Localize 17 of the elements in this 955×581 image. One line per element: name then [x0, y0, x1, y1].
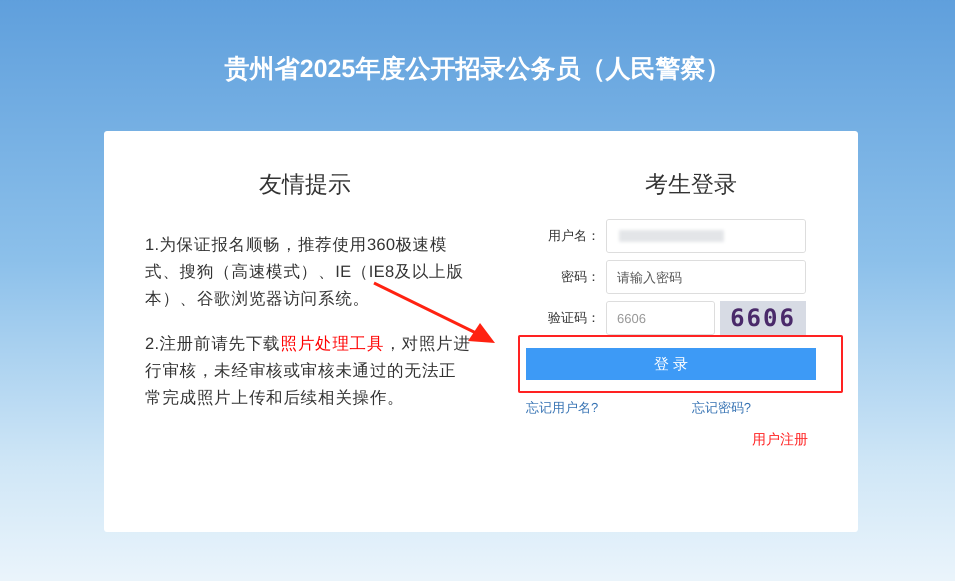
field-label: 验证码： — [547, 309, 601, 327]
field-label: 用户名： — [547, 227, 601, 245]
tip-paragraph: 1.为保证报名顺畅，推荐使用360极速模式、搜狗（高速模式）、IE（IE8及以上版本）、谷歌浏览器访问系统。 — [145, 235, 465, 310]
tip-paragraph: 2.注册前请先下载照片处理工具，对照片进行审核，未经审核或审核未通过的无法正常完成照片上传和后续相关操作。 — [145, 334, 471, 409]
login-heading: 考生登录 — [644, 170, 738, 199]
password-field[interactable]: 请输入密码 — [606, 260, 806, 294]
forgot-link[interactable]: 忘记密码? — [692, 399, 751, 417]
field-label: 密码： — [560, 268, 601, 286]
login-button[interactable]: 登 录 — [526, 348, 816, 380]
photo-tool-link[interactable]: 照片处理工具 — [280, 335, 384, 353]
forgot-link[interactable]: 忘记用户名? — [526, 399, 598, 417]
captcha-field[interactable]: 6606 — [606, 301, 715, 335]
tips-heading: 友情提示 — [258, 170, 352, 199]
page-title: 贵州省2025年度公开招录公务员（人民警察） — [224, 54, 730, 85]
captcha-image[interactable]: 6606 — [720, 301, 806, 335]
register-link[interactable]: 用户注册 — [752, 431, 808, 449]
username-field[interactable] — [606, 219, 806, 253]
